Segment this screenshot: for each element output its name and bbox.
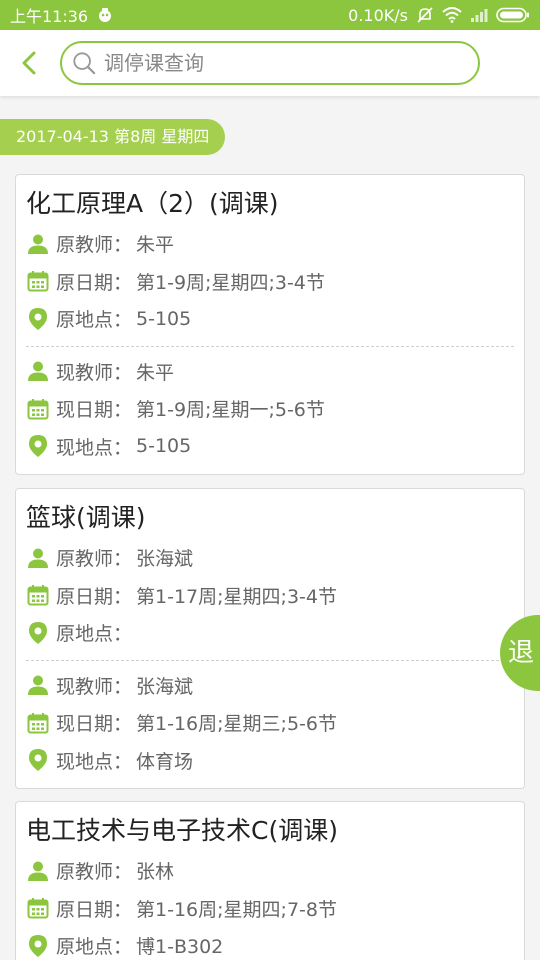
orig-date-label: 原日期：: [56, 271, 133, 294]
person-icon: [26, 546, 50, 570]
new-teacher-value: 张海斌: [136, 675, 194, 698]
orig-teacher-value: 张海斌: [136, 548, 194, 571]
location-pin-icon: [26, 934, 50, 958]
orig-date-row: 原日期： 第1-16周;星期四;7-8节: [26, 890, 514, 928]
search-icon: [73, 52, 96, 75]
new-place-label: 现地点：: [56, 436, 133, 459]
top-bar: [0, 30, 540, 96]
orig-place-value: 5-105: [136, 307, 192, 330]
orig-place-value: 博1-B302: [136, 936, 224, 959]
location-pin-icon: [26, 307, 50, 331]
location-pin-icon: [26, 434, 50, 458]
orig-teacher-value: 张林: [136, 861, 175, 884]
orig-teacher-value: 朱平: [136, 234, 175, 257]
person-icon: [26, 859, 50, 883]
orig-place-label: 原地点：: [56, 936, 133, 959]
new-teacher-row: 现教师： 张海斌: [26, 667, 514, 705]
new-place-label: 现地点：: [56, 750, 133, 773]
new-teacher-row: 现教师： 朱平: [26, 353, 514, 391]
new-date-value: 第1-9周;星期一;5-6节: [136, 399, 325, 422]
orig-date-label: 原日期：: [56, 898, 133, 921]
orig-teacher-row: 原教师： 张林: [26, 852, 514, 890]
signal-icon: [470, 8, 488, 22]
orig-place-label: 原地点：: [56, 309, 133, 332]
orig-teacher-label: 原教师：: [56, 861, 133, 884]
course-title: 篮球(调课): [26, 503, 146, 532]
new-teacher-label: 现教师：: [56, 361, 133, 384]
search-box[interactable]: [60, 41, 480, 85]
orig-date-value: 第1-17周;星期四;3-4节: [136, 585, 337, 608]
orig-place-row: 原地点： 5-105: [26, 300, 514, 338]
new-place-row: 现地点： 5-105: [26, 428, 514, 466]
app-notification-icon: [96, 6, 114, 24]
orig-date-value: 第1-9周;星期四;3-4节: [136, 271, 325, 294]
course-card[interactable]: 化工原理A（2）(调课) 原教师： 朱平 原日期： 第1-9周;星期四;3-4节…: [15, 174, 525, 475]
network-speed: 0.10K/s: [348, 5, 408, 25]
location-pin-icon: [26, 621, 50, 645]
person-icon: [26, 232, 50, 256]
orig-date-value: 第1-16周;星期四;7-8节: [136, 898, 337, 921]
course-title: 化工原理A（2）(调课): [26, 189, 279, 218]
divider: [26, 659, 514, 661]
back-button[interactable]: [12, 43, 46, 83]
calendar-icon: [26, 269, 50, 293]
orig-place-row: 原地点：: [26, 614, 514, 652]
new-place-value: 5-105: [136, 435, 192, 458]
new-place-row: 现地点： 体育场: [26, 742, 514, 780]
orig-place-label: 原地点：: [56, 623, 133, 646]
status-bar: 上午11:36 0.10K/s: [0, 0, 540, 30]
calendar-icon: [26, 896, 50, 920]
orig-date-label: 原日期：: [56, 585, 133, 608]
mute-icon: [416, 6, 434, 24]
orig-place-row: 原地点： 博1-B302: [26, 927, 514, 960]
person-icon: [26, 359, 50, 383]
orig-teacher-row: 原教师： 张海斌: [26, 539, 514, 577]
calendar-icon: [26, 711, 50, 735]
new-date-row: 现日期： 第1-16周;星期三;5-6节: [26, 704, 514, 742]
course-card[interactable]: 篮球(调课) 原教师： 张海斌 原日期： 第1-17周;星期四;3-4节 原地点…: [15, 488, 525, 789]
new-date-value: 第1-16周;星期三;5-6节: [136, 713, 337, 736]
orig-date-row: 原日期： 第1-17周;星期四;3-4节: [26, 577, 514, 615]
new-place-value: 体育场: [136, 750, 194, 773]
new-date-label: 现日期：: [56, 713, 133, 736]
course-title: 电工技术与电子技术C(调课): [26, 816, 338, 845]
calendar-icon: [26, 397, 50, 421]
location-pin-icon: [26, 748, 50, 772]
chevron-left-icon: [22, 51, 36, 75]
new-date-label: 现日期：: [56, 399, 133, 422]
orig-teacher-row: 原教师： 朱平: [26, 225, 514, 263]
new-teacher-label: 现教师：: [56, 675, 133, 698]
person-icon: [26, 673, 50, 697]
orig-teacher-label: 原教师：: [56, 548, 133, 571]
search-input[interactable]: [103, 51, 478, 75]
new-date-row: 现日期： 第1-9周;星期一;5-6节: [26, 390, 514, 428]
new-teacher-value: 朱平: [136, 361, 175, 384]
status-time: 上午11:36: [10, 7, 89, 26]
course-card[interactable]: 电工技术与电子技术C(调课) 原教师： 张林 原日期： 第1-16周;星期四;7…: [15, 801, 525, 960]
orig-date-row: 原日期： 第1-9周;星期四;3-4节: [26, 263, 514, 301]
divider: [26, 345, 514, 347]
wifi-icon: [442, 7, 462, 23]
orig-teacher-label: 原教师：: [56, 234, 133, 257]
date-tag: 2017-04-13 第8周 星期四: [0, 119, 226, 155]
calendar-icon: [26, 583, 50, 607]
battery-icon: [496, 7, 530, 23]
